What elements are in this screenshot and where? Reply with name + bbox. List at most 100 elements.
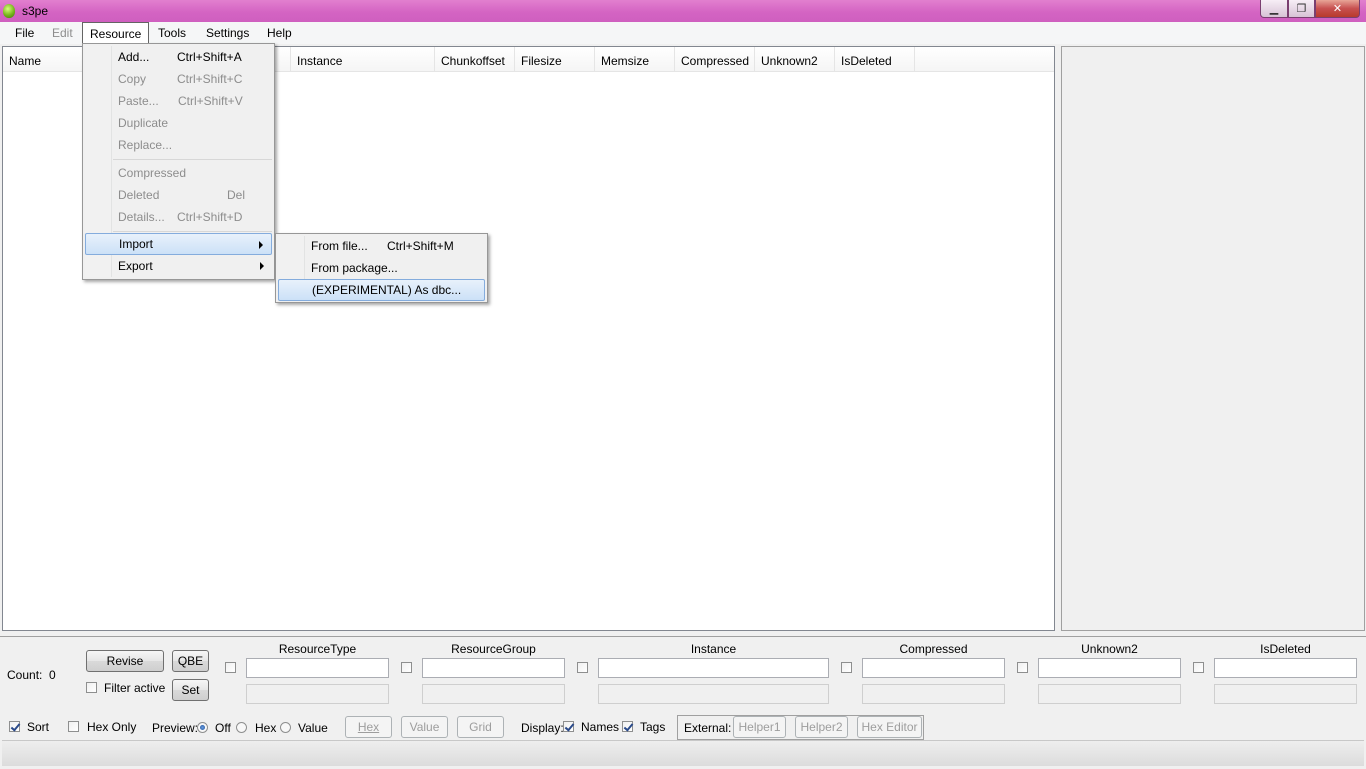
menu-item-from-package[interactable]: From package...: [278, 257, 485, 279]
preview-off-label: Off: [215, 721, 231, 735]
menu-item-shortcut: Ctrl+Shift+D: [177, 210, 243, 224]
preview-panel: [1061, 46, 1365, 631]
helper2-button[interactable]: Helper2: [795, 716, 848, 738]
menu-item-replace[interactable]: Replace...: [85, 134, 272, 156]
menu-item-copy[interactable]: Copy Ctrl+Shift+C: [85, 68, 272, 90]
menu-item-experimental-as-dbc[interactable]: (EXPERIMENTAL) As dbc...: [278, 279, 485, 301]
tags-checkbox[interactable]: [622, 721, 633, 732]
filter-input-compressed[interactable]: [862, 658, 1005, 678]
preview-value-radio[interactable]: [280, 722, 291, 733]
hex-only-label: Hex Only: [87, 720, 137, 734]
menu-item-from-file[interactable]: From file... Ctrl+Shift+M: [278, 235, 485, 257]
menu-item-add[interactable]: Add... Ctrl+Shift+A: [85, 46, 272, 68]
minimize-button[interactable]: ▁: [1260, 0, 1288, 18]
column-header-filesize[interactable]: Filesize: [515, 47, 595, 71]
column-header-isdeleted[interactable]: IsDeleted: [835, 47, 915, 71]
menu-item-duplicate[interactable]: Duplicate: [85, 112, 272, 134]
column-header-compressed[interactable]: Compressed: [675, 47, 755, 71]
import-submenu: From file... Ctrl+Shift+M From package..…: [275, 233, 488, 303]
menu-resource[interactable]: Resource: [82, 22, 149, 43]
set-button[interactable]: Set: [172, 679, 209, 701]
filter-checkbox-instance[interactable]: [577, 662, 588, 673]
filter-mask-unknown2: [1038, 684, 1181, 704]
menu-settings[interactable]: Settings: [199, 25, 256, 41]
submenu-arrow-icon: [259, 241, 263, 249]
menu-item-shortcut: Del: [227, 188, 246, 202]
window-controls: ▁ ❐ ✕: [1260, 0, 1360, 18]
filter-active-label: Filter active: [104, 681, 166, 695]
count-label: Count:: [7, 668, 43, 682]
value-button[interactable]: Value: [401, 716, 448, 738]
tags-label: Tags: [640, 720, 666, 734]
filter-checkbox-resourcetype[interactable]: [225, 662, 236, 673]
menu-tools[interactable]: Tools: [151, 25, 193, 41]
names-checkbox[interactable]: [563, 721, 574, 732]
menu-item-label: Import: [119, 237, 154, 251]
menu-help[interactable]: Help: [260, 25, 299, 41]
filter-mask-instance: [598, 684, 829, 704]
qbe-button[interactable]: QBE: [172, 650, 209, 672]
menu-item-paste[interactable]: Paste... Ctrl+Shift+V: [85, 90, 272, 112]
display-label: Display:: [521, 721, 564, 735]
close-button[interactable]: ✕: [1315, 0, 1360, 18]
menu-edit[interactable]: Edit: [45, 25, 80, 41]
close-icon: ✕: [1332, 3, 1343, 15]
submenu-arrow-icon: [260, 262, 264, 270]
restore-icon: ❐: [1296, 3, 1307, 15]
filter-mask-resourcetype: [246, 684, 389, 704]
column-header-memsize[interactable]: Memsize: [595, 47, 675, 71]
external-label: External:: [684, 721, 732, 735]
filter-checkbox-unknown2[interactable]: [1017, 662, 1028, 673]
title-bar: s3pe ▁ ❐ ✕: [0, 0, 1366, 22]
filter-mask-isdeleted: [1214, 684, 1357, 704]
filter-input-unknown2[interactable]: [1038, 658, 1181, 678]
filter-input-resourcegroup[interactable]: [422, 658, 565, 678]
menu-separator: [113, 159, 272, 160]
menu-item-label: From file...: [311, 239, 368, 253]
menu-item-label: Duplicate: [118, 116, 169, 130]
sort-checkbox[interactable]: [9, 721, 20, 732]
preview-off-radio[interactable]: [197, 722, 208, 733]
hex-button[interactable]: Hex: [345, 716, 392, 738]
column-header-unknown2[interactable]: Unknown2: [755, 47, 835, 71]
filter-checkbox-isdeleted[interactable]: [1193, 662, 1204, 673]
filter-checkbox-compressed[interactable]: [841, 662, 852, 673]
menu-bar: File Edit Resource Tools Settings Help: [0, 22, 1366, 44]
hex-only-checkbox[interactable]: [68, 721, 79, 732]
menu-item-shortcut: Ctrl+Shift+M: [387, 239, 454, 253]
menu-item-shortcut: Ctrl+Shift+A: [177, 50, 242, 64]
menu-item-details[interactable]: Details... Ctrl+Shift+D: [85, 206, 272, 228]
maximize-button[interactable]: ❐: [1288, 0, 1315, 18]
menu-item-import[interactable]: Import: [85, 233, 272, 255]
grid-button[interactable]: Grid: [457, 716, 504, 738]
filter-input-resourcetype[interactable]: [246, 658, 389, 678]
menu-item-shortcut: Ctrl+Shift+C: [177, 72, 243, 86]
helper1-button[interactable]: Helper1: [733, 716, 786, 738]
sort-label: Sort: [27, 720, 50, 734]
status-bar: [2, 740, 1364, 766]
menu-file[interactable]: File: [8, 25, 41, 41]
column-header-instance[interactable]: Instance: [291, 47, 435, 71]
menu-item-deleted[interactable]: Deleted Del: [85, 184, 272, 206]
revise-button[interactable]: Revise: [86, 650, 164, 672]
filter-input-isdeleted[interactable]: [1214, 658, 1357, 678]
filter-label-resourcetype: ResourceType: [278, 642, 357, 656]
preview-value-label: Value: [298, 721, 328, 735]
menu-item-label: Deleted: [118, 188, 160, 202]
names-label: Names: [581, 720, 620, 734]
window-title: s3pe: [22, 4, 49, 18]
preview-hex-label: Hex: [255, 721, 277, 735]
filter-active-checkbox[interactable]: [86, 682, 97, 693]
preview-hex-radio[interactable]: [236, 722, 247, 733]
menu-item-export[interactable]: Export: [85, 255, 272, 277]
filter-label-isdeleted: IsDeleted: [1260, 642, 1311, 656]
resource-menu: Add... Ctrl+Shift+A Copy Ctrl+Shift+C Pa…: [82, 43, 275, 280]
menu-item-label: Add...: [118, 50, 150, 64]
preview-label: Preview:: [152, 721, 199, 735]
menu-item-label: Replace...: [118, 138, 173, 152]
menu-item-compressed[interactable]: Compressed: [85, 162, 272, 184]
filter-checkbox-resourcegroup[interactable]: [401, 662, 412, 673]
hex-editor-button[interactable]: Hex Editor: [857, 716, 922, 738]
column-header-chunkoffset[interactable]: Chunkoffset: [435, 47, 515, 71]
filter-input-instance[interactable]: [598, 658, 829, 678]
